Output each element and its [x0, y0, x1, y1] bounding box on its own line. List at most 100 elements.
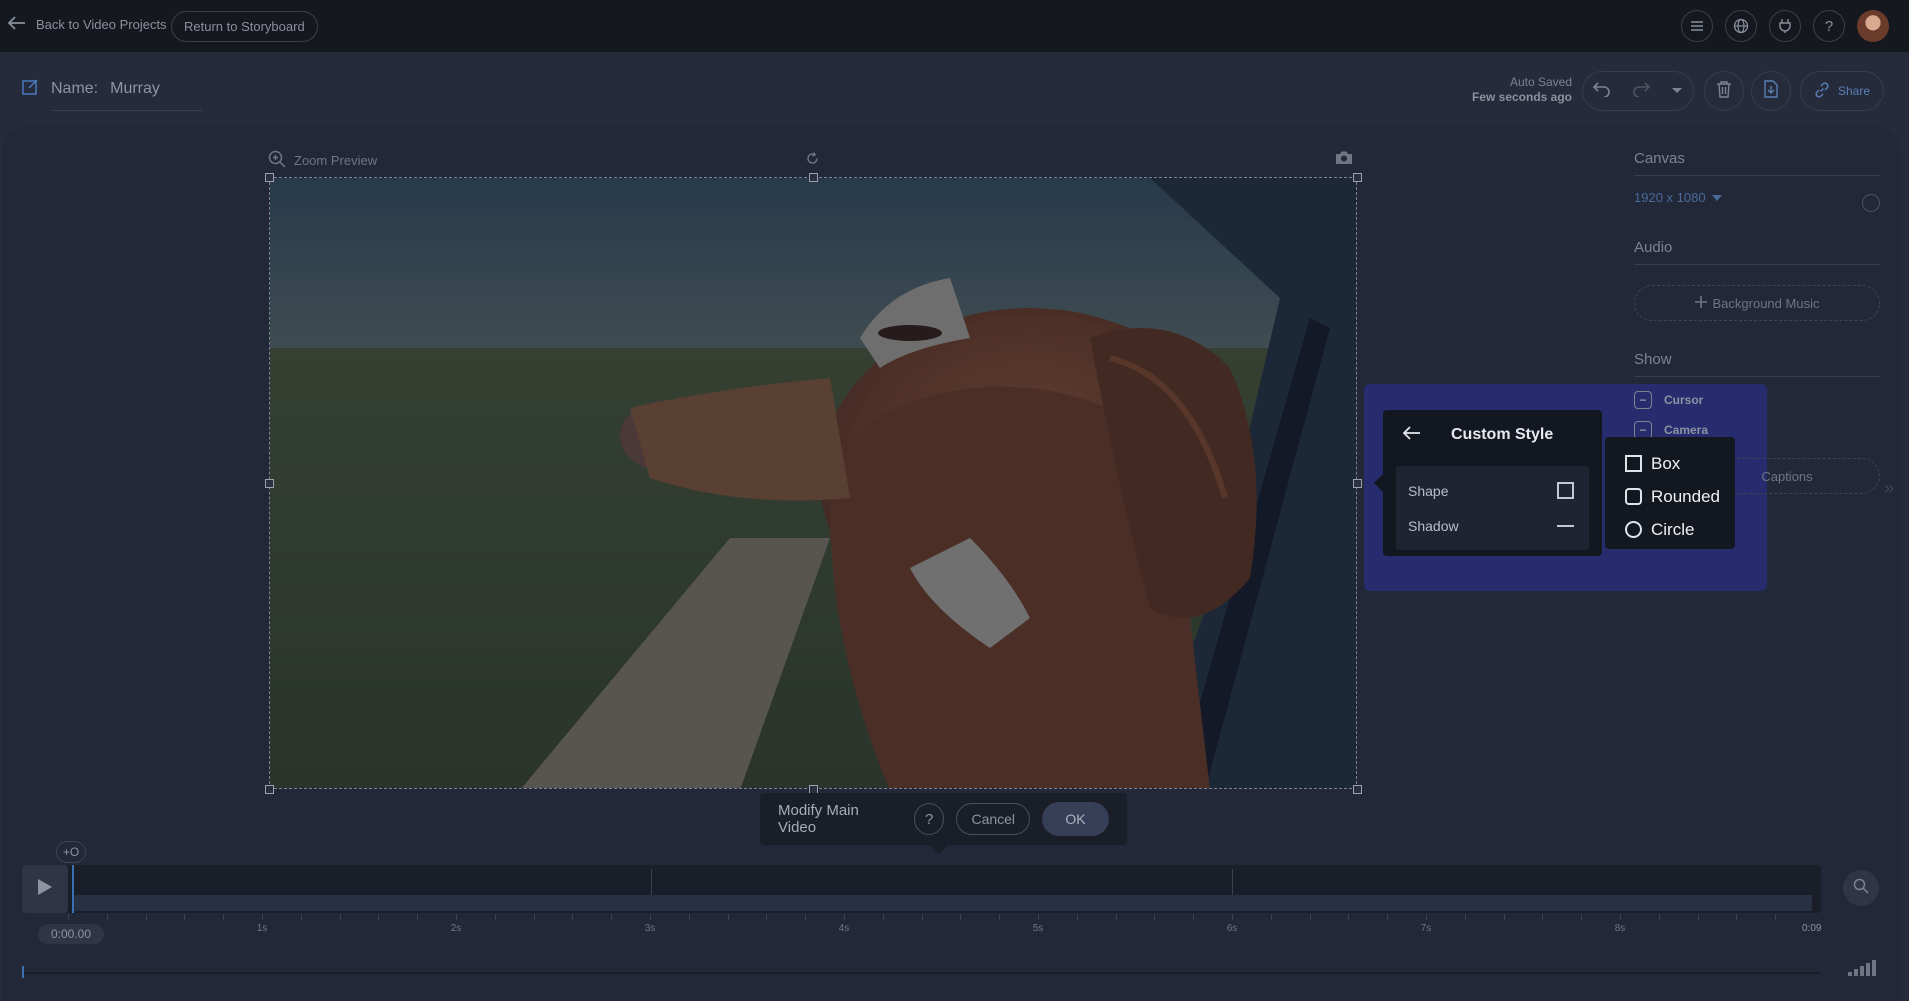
- autosave-line1: Auto Saved: [1509, 75, 1572, 89]
- help-icon[interactable]: ?: [1813, 10, 1845, 42]
- cursor-label: Cursor: [1664, 393, 1704, 407]
- scrub-knob[interactable]: [22, 966, 24, 978]
- avatar[interactable]: [1857, 10, 1889, 42]
- ruler-tick: [1581, 914, 1583, 920]
- ruler-tick: [1736, 914, 1738, 920]
- audio-heading: Audio: [1634, 239, 1880, 265]
- ruler-tick: [1154, 914, 1156, 920]
- shape-option-circle[interactable]: Circle: [1625, 513, 1735, 546]
- resize-handle-tr[interactable]: [1353, 173, 1362, 182]
- top-bar: Back to Video Projects Return to Storybo…: [0, 0, 1909, 52]
- shape-option-rounded[interactable]: Rounded: [1625, 480, 1735, 513]
- ruler-tick: [1387, 914, 1389, 920]
- resize-handle-l[interactable]: [265, 479, 274, 488]
- ruler-tick: [727, 914, 729, 920]
- autosave-status: Auto Saved Few seconds ago: [1450, 75, 1572, 105]
- time-ruler: 1s 2s 3s 4s 5s 6s 7s 8s: [68, 914, 1813, 934]
- back-link-label: Back to Video Projects: [36, 17, 167, 32]
- circle-icon: [1625, 521, 1642, 538]
- share-button[interactable]: Share: [1800, 71, 1884, 111]
- background-music-button[interactable]: Background Music: [1634, 285, 1880, 321]
- autosave-line2: Few seconds ago: [1471, 90, 1572, 104]
- ruler-tick-label: 8s: [1614, 923, 1626, 934]
- plug-icon[interactable]: [1769, 10, 1801, 42]
- chevron-down-icon[interactable]: [1671, 82, 1683, 100]
- timeline-search-button[interactable]: [1843, 870, 1879, 906]
- add-marker-button[interactable]: +O: [56, 841, 86, 863]
- ruler-tick: [184, 914, 186, 920]
- ruler-tick: [1464, 914, 1466, 920]
- ruler-tick: [262, 914, 263, 920]
- resize-handle-br[interactable]: [1353, 785, 1362, 794]
- scrub-bar[interactable]: [22, 972, 1821, 974]
- ruler-tick: [1309, 914, 1311, 920]
- playhead[interactable]: [72, 865, 74, 913]
- modify-bar-pointer: [930, 845, 948, 854]
- ruler-tick: [921, 914, 923, 920]
- ruler-tick: [417, 914, 419, 920]
- chevron-right-icon[interactable]: »: [1884, 478, 1894, 499]
- ruler-tick: [1348, 914, 1350, 920]
- resize-handle-tl[interactable]: [265, 173, 274, 182]
- name-underline: [52, 110, 202, 111]
- ruler-tick: [805, 914, 807, 920]
- rotate-icon[interactable]: [806, 152, 819, 168]
- ruler-tick: [650, 914, 651, 920]
- ruler-tick: [456, 914, 457, 920]
- shadow-row[interactable]: Shadow: [1408, 518, 1574, 534]
- video-clip-bar[interactable]: [72, 895, 1812, 911]
- right-panel: Canvas 1920 x 1080 Audio Background Musi…: [1634, 150, 1880, 377]
- undo-redo-group: [1582, 71, 1694, 111]
- ruler-tick: [1115, 914, 1117, 920]
- share-label: Share: [1837, 84, 1871, 98]
- show-heading: Show: [1634, 351, 1880, 377]
- ok-button[interactable]: OK: [1042, 802, 1109, 836]
- shape-option-box[interactable]: Box: [1625, 447, 1735, 480]
- ruler-tick: [494, 914, 496, 920]
- download-button[interactable]: [1751, 71, 1791, 111]
- ruler-tick: [145, 914, 147, 920]
- globe-icon[interactable]: [1725, 10, 1757, 42]
- minus-icon: −: [1634, 391, 1652, 409]
- captions-label: Captions: [1761, 468, 1813, 484]
- shape-row[interactable]: Shape: [1408, 482, 1574, 499]
- undo-icon[interactable]: [1593, 81, 1611, 102]
- volume-icon[interactable]: [1848, 960, 1876, 976]
- end-time: 0:09: [1802, 923, 1822, 934]
- show-cursor-toggle[interactable]: − Cursor: [1634, 391, 1703, 409]
- canvas-color-swatch[interactable]: [1862, 194, 1880, 212]
- return-to-storyboard-button[interactable]: Return to Storyboard: [171, 11, 318, 42]
- project-name-field[interactable]: Murray: [110, 80, 160, 98]
- timeline-track[interactable]: [22, 865, 1821, 913]
- redo-icon[interactable]: [1632, 81, 1651, 102]
- back-to-projects-link[interactable]: Back to Video Projects: [7, 16, 167, 33]
- camera-icon[interactable]: [1335, 150, 1353, 170]
- resolution-select[interactable]: 1920 x 1080: [1634, 190, 1880, 205]
- canvas-heading: Canvas: [1634, 150, 1880, 176]
- custom-style-title: Custom Style: [1451, 425, 1554, 443]
- zoom-preview-label: Zoom Preview: [294, 153, 378, 168]
- search-icon: [1853, 878, 1869, 899]
- delete-button[interactable]: [1704, 71, 1744, 111]
- list-icon[interactable]: [1681, 10, 1713, 42]
- download-icon: [1763, 79, 1779, 103]
- back-arrow-icon[interactable]: [1402, 424, 1421, 445]
- zoom-preview-button[interactable]: Zoom Preview: [268, 150, 377, 171]
- caret-down-icon: [1711, 190, 1722, 205]
- resize-handle-t[interactable]: [809, 173, 818, 182]
- square-icon: [1625, 455, 1642, 472]
- main-video-frame[interactable]: [269, 177, 1357, 789]
- resize-handle-r[interactable]: [1353, 479, 1362, 488]
- cancel-button[interactable]: Cancel: [956, 803, 1031, 835]
- current-time: 0:00.00: [38, 924, 104, 944]
- ruler-tick: [1697, 914, 1699, 920]
- dash-icon: [1557, 525, 1574, 527]
- play-button[interactable]: [22, 865, 68, 913]
- ruler-tick: [1193, 914, 1195, 920]
- ruler-tick-label: 7s: [1420, 923, 1432, 934]
- edit-icon[interactable]: [22, 78, 39, 100]
- ruler-tick: [882, 914, 884, 920]
- resize-handle-bl[interactable]: [265, 785, 274, 794]
- modify-main-video-label: Modify Main Video: [778, 802, 859, 836]
- modify-help-button[interactable]: ?: [913, 803, 945, 835]
